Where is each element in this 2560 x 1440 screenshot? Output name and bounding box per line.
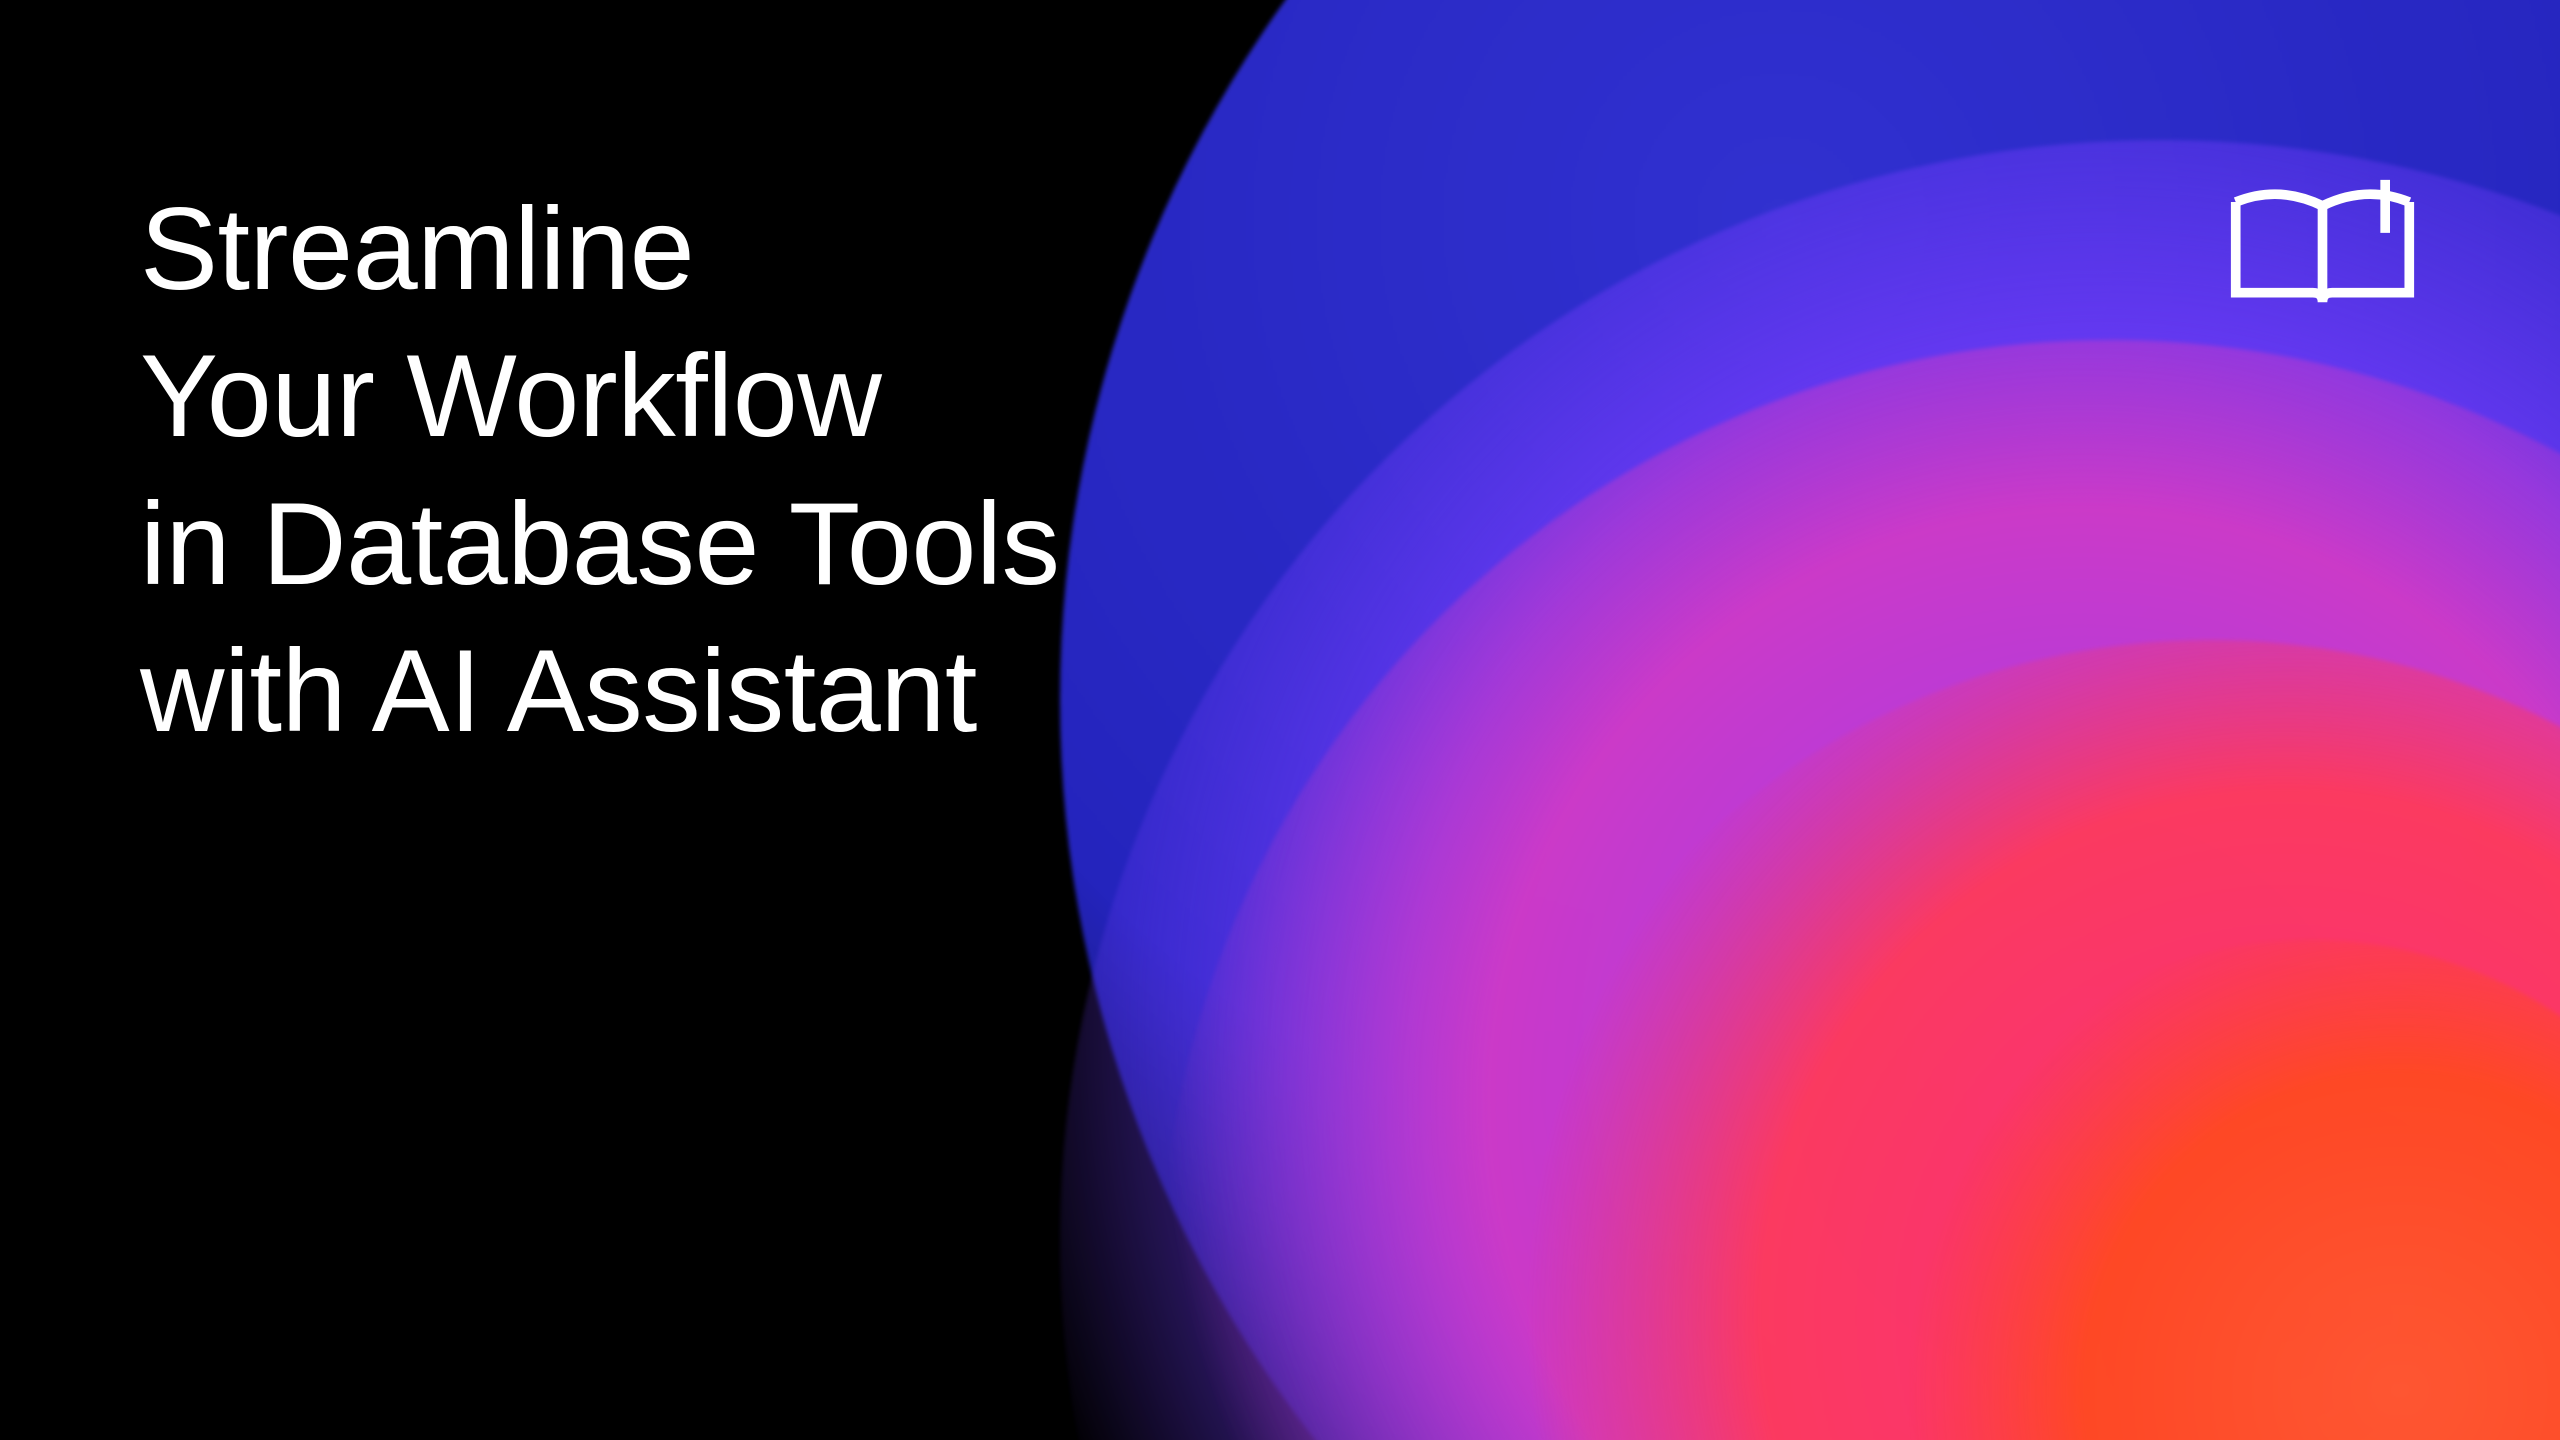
title-line: Your Workflow	[140, 322, 1059, 469]
title-line: with AI Assistant	[140, 617, 1059, 764]
open-book-icon	[2225, 175, 2420, 315]
hero-title: Streamline Your Workflow in Database Too…	[140, 175, 1059, 765]
title-line: Streamline	[140, 175, 1059, 322]
title-line: in Database Tools	[140, 470, 1059, 617]
